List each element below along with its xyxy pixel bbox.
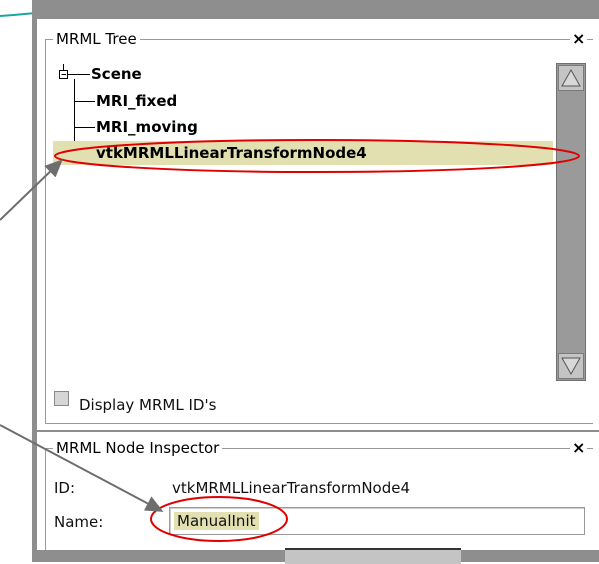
annotation-arrows [0,159,164,512]
